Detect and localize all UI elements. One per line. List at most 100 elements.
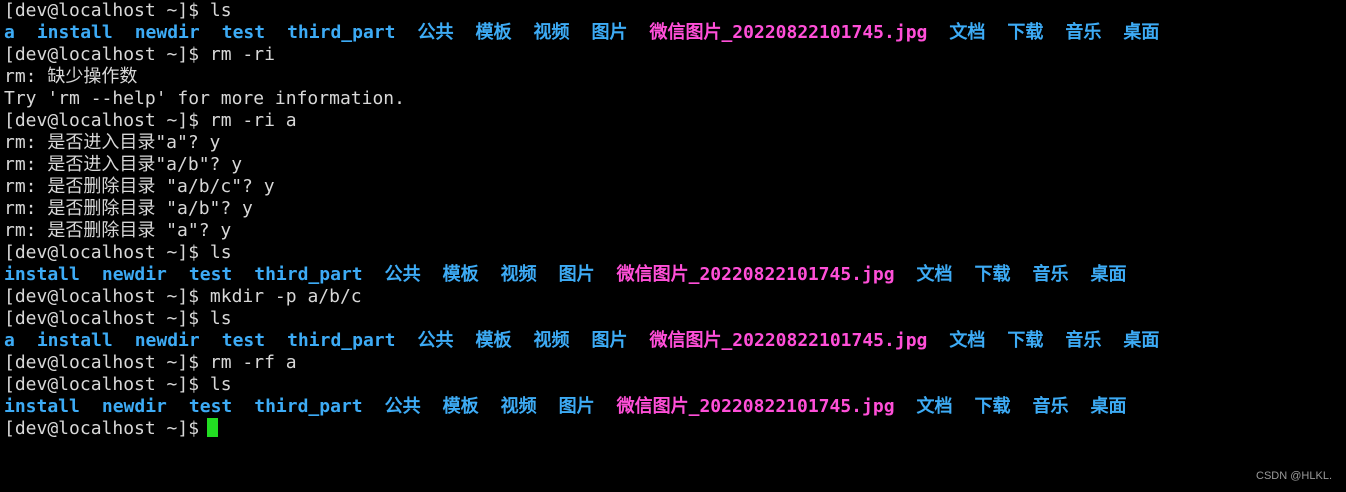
- ls-entry-image-file: 微信图片_20220822101745.jpg: [649, 330, 928, 351]
- command-text: ls: [209, 0, 232, 21]
- command-output: Try 'rm --help' for more information.: [4, 88, 405, 109]
- terminal-line: a install newdir test third_part 公共 模板 视频 图片 微信图片…: [4, 330, 1346, 352]
- ls-entry-directory: 桌面: [1123, 330, 1160, 351]
- terminal-line: [dev@localhost ~]$ mkdir -p a/b/c: [4, 286, 1346, 308]
- ls-entry-directory: newdir: [134, 22, 200, 43]
- ls-entry-directory: 公共: [417, 22, 454, 43]
- ls-entry-directory: 桌面: [1123, 22, 1160, 43]
- command-output: rm: 是否进入目录"a/b"? y: [4, 154, 243, 175]
- terminal-line: rm: 是否删除目录 "a"? y: [4, 220, 1346, 242]
- shell-prompt: [dev@localhost ~]$: [4, 44, 210, 65]
- terminal-line: [dev@localhost ~]$ ls: [4, 374, 1346, 396]
- terminal-line: rm: 是否进入目录"a/b"? y: [4, 154, 1346, 176]
- ls-entry-directory: 音乐: [1032, 396, 1069, 417]
- ls-entry-directory: install: [4, 264, 80, 285]
- ls-entry-directory: 音乐: [1065, 22, 1102, 43]
- shell-prompt: [dev@localhost ~]$: [4, 0, 210, 21]
- command-text: ls: [209, 374, 232, 395]
- ls-entry-directory: third_part: [254, 264, 363, 285]
- command-output: rm: 是否删除目录 "a/b/c"? y: [4, 176, 275, 197]
- ls-entry-directory: a: [4, 22, 15, 43]
- terminal-line: install newdir test third_part 公共 模板 视频 图片 微信图片_…: [4, 264, 1346, 286]
- ls-entry-directory: test: [188, 396, 233, 417]
- ls-entry-image-file: 微信图片_20220822101745.jpg: [649, 22, 928, 43]
- ls-entry-directory: install: [4, 396, 80, 417]
- shell-prompt: [dev@localhost ~]$: [4, 374, 210, 395]
- ls-entry-directory: 图片: [591, 330, 628, 351]
- ls-entry-directory: 图片: [558, 396, 595, 417]
- command-text: rm -ri: [209, 44, 275, 65]
- command-text: ls: [209, 242, 232, 263]
- command-text: mkdir -p a/b/c: [209, 286, 362, 307]
- command-text: ls: [209, 308, 232, 329]
- ls-entry-directory: 视频: [500, 264, 537, 285]
- terminal-line: [dev@localhost ~]$ ls: [4, 0, 1346, 22]
- ls-entry-directory: 模板: [442, 264, 479, 285]
- terminal-line: rm: 是否删除目录 "a/b"? y: [4, 198, 1346, 220]
- shell-prompt: [dev@localhost ~]$: [4, 286, 210, 307]
- terminal-line: [dev@localhost ~]$ rm -ri: [4, 44, 1346, 66]
- ls-entry-directory: test: [188, 264, 233, 285]
- ls-entry-directory: install: [36, 22, 113, 43]
- ls-entry-directory: 模板: [442, 396, 479, 417]
- ls-entry-directory: 文档: [949, 330, 986, 351]
- ls-entry-directory: 下载: [974, 264, 1011, 285]
- ls-entry-directory: newdir: [101, 396, 167, 417]
- ls-entry-directory: test: [221, 22, 266, 43]
- shell-prompt: [dev@localhost ~]$: [4, 418, 200, 439]
- ls-entry-image-file: 微信图片_20220822101745.jpg: [616, 396, 895, 417]
- shell-prompt: [dev@localhost ~]$: [4, 242, 210, 263]
- ls-entry-directory: 文档: [916, 396, 953, 417]
- terminal-output[interactable]: [dev@localhost ~]$ ls a install newdir test t…: [4, 0, 1346, 492]
- terminal-line: [dev@localhost ~]$: [4, 418, 1346, 440]
- terminal-line: rm: 缺少操作数: [4, 66, 1346, 88]
- command-text: rm -rf a: [209, 352, 297, 373]
- command-text: rm -ri a: [209, 110, 297, 131]
- command-output: rm: 缺少操作数: [4, 66, 138, 87]
- ls-entry-directory: 下载: [1007, 22, 1044, 43]
- shell-prompt: [dev@localhost ~]$: [4, 308, 210, 329]
- terminal-line: a install newdir test third_part 公共 模板 视频 图片 微信图片…: [4, 22, 1346, 44]
- ls-entry-directory: newdir: [101, 264, 167, 285]
- shell-prompt: [dev@localhost ~]$: [4, 352, 210, 373]
- terminal-line: [dev@localhost ~]$ ls: [4, 308, 1346, 330]
- terminal-line: [dev@localhost ~]$ ls: [4, 242, 1346, 264]
- ls-entry-directory: 视频: [533, 330, 570, 351]
- command-output: rm: 是否删除目录 "a/b"? y: [4, 198, 253, 219]
- terminal-line: [dev@localhost ~]$ rm -ri a: [4, 110, 1346, 132]
- ls-entry-directory: 公共: [417, 330, 454, 351]
- ls-entry-directory: 公共: [384, 396, 421, 417]
- ls-entry-directory: 音乐: [1032, 264, 1069, 285]
- ls-entry-directory: 音乐: [1065, 330, 1102, 351]
- ls-entry-directory: 下载: [974, 396, 1011, 417]
- ls-entry-directory: newdir: [134, 330, 200, 351]
- ls-entry-directory: a: [4, 330, 15, 351]
- terminal-line: install newdir test third_part 公共 模板 视频 图片 微信图片_…: [4, 396, 1346, 418]
- command-output: rm: 是否删除目录 "a"? y: [4, 220, 232, 241]
- ls-entry-directory: 公共: [384, 264, 421, 285]
- ls-entry-directory: 视频: [500, 396, 537, 417]
- ls-entry-directory: 视频: [533, 22, 570, 43]
- ls-entry-directory: third_part: [287, 330, 396, 351]
- ls-entry-directory: 模板: [475, 22, 512, 43]
- ls-entry-directory: 文档: [949, 22, 986, 43]
- terminal-line: Try 'rm --help' for more information.: [4, 88, 1346, 110]
- ls-entry-directory: test: [221, 330, 266, 351]
- ls-entry-directory: 文档: [916, 264, 953, 285]
- ls-entry-directory: 图片: [591, 22, 628, 43]
- ls-entry-image-file: 微信图片_20220822101745.jpg: [616, 264, 895, 285]
- ls-entry-directory: third_part: [287, 22, 396, 43]
- ls-entry-directory: 桌面: [1090, 264, 1127, 285]
- terminal-line: [dev@localhost ~]$ rm -rf a: [4, 352, 1346, 374]
- ls-entry-directory: 桌面: [1090, 396, 1127, 417]
- ls-entry-directory: 模板: [475, 330, 512, 351]
- terminal-line: rm: 是否进入目录"a"? y: [4, 132, 1346, 154]
- ls-entry-directory: 下载: [1007, 330, 1044, 351]
- csdn-watermark: CSDN @HLKL.: [1256, 470, 1332, 482]
- ls-entry-directory: install: [36, 330, 113, 351]
- command-output: rm: 是否进入目录"a"? y: [4, 132, 221, 153]
- ls-entry-directory: 图片: [558, 264, 595, 285]
- terminal-cursor: [207, 418, 219, 437]
- shell-prompt: [dev@localhost ~]$: [4, 110, 210, 131]
- ls-entry-directory: third_part: [254, 396, 363, 417]
